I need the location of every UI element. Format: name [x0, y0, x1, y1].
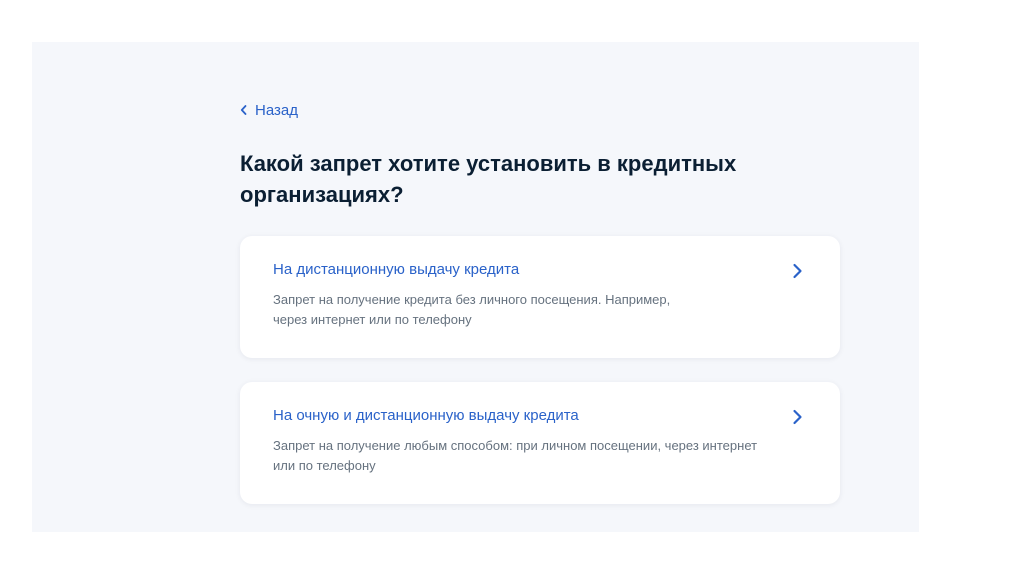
option-card-inperson-remote-credit[interactable]: На очную и дистанционную выдачу кредита … [240, 382, 840, 504]
chevron-right-icon [790, 263, 804, 279]
form-content: Назад Какой запрет хотите установить в к… [240, 98, 840, 504]
option-card-remote-credit[interactable]: На дистанционную выдачу кредита Запрет н… [240, 236, 840, 358]
option-description-line-1: Запрет на получение кредита без личного … [273, 292, 671, 307]
option-description-line-1: Запрет на получение любым способом: при … [273, 438, 758, 453]
page-title-line-1: Какой запрет хотите установить в кредитн… [240, 151, 737, 176]
page-title-line-2: организациях? [240, 182, 404, 207]
back-link[interactable]: Назад [240, 98, 298, 122]
chevron-right-icon [790, 409, 804, 425]
option-title: На очную и дистанционную выдачу кредита [273, 407, 579, 424]
option-description-line-2: или по телефону [273, 458, 376, 473]
option-description: Запрет на получение кредита без личного … [273, 290, 813, 330]
back-link-label: Назад [255, 101, 298, 119]
option-description: Запрет на получение любым способом: при … [273, 436, 813, 476]
chevron-left-icon [240, 105, 247, 115]
form-panel: Назад Какой запрет хотите установить в к… [32, 42, 919, 532]
option-title: На дистанционную выдачу кредита [273, 261, 520, 278]
page-title: Какой запрет хотите установить в кредитн… [240, 148, 800, 210]
option-description-line-2: через интернет или по телефону [273, 312, 472, 327]
